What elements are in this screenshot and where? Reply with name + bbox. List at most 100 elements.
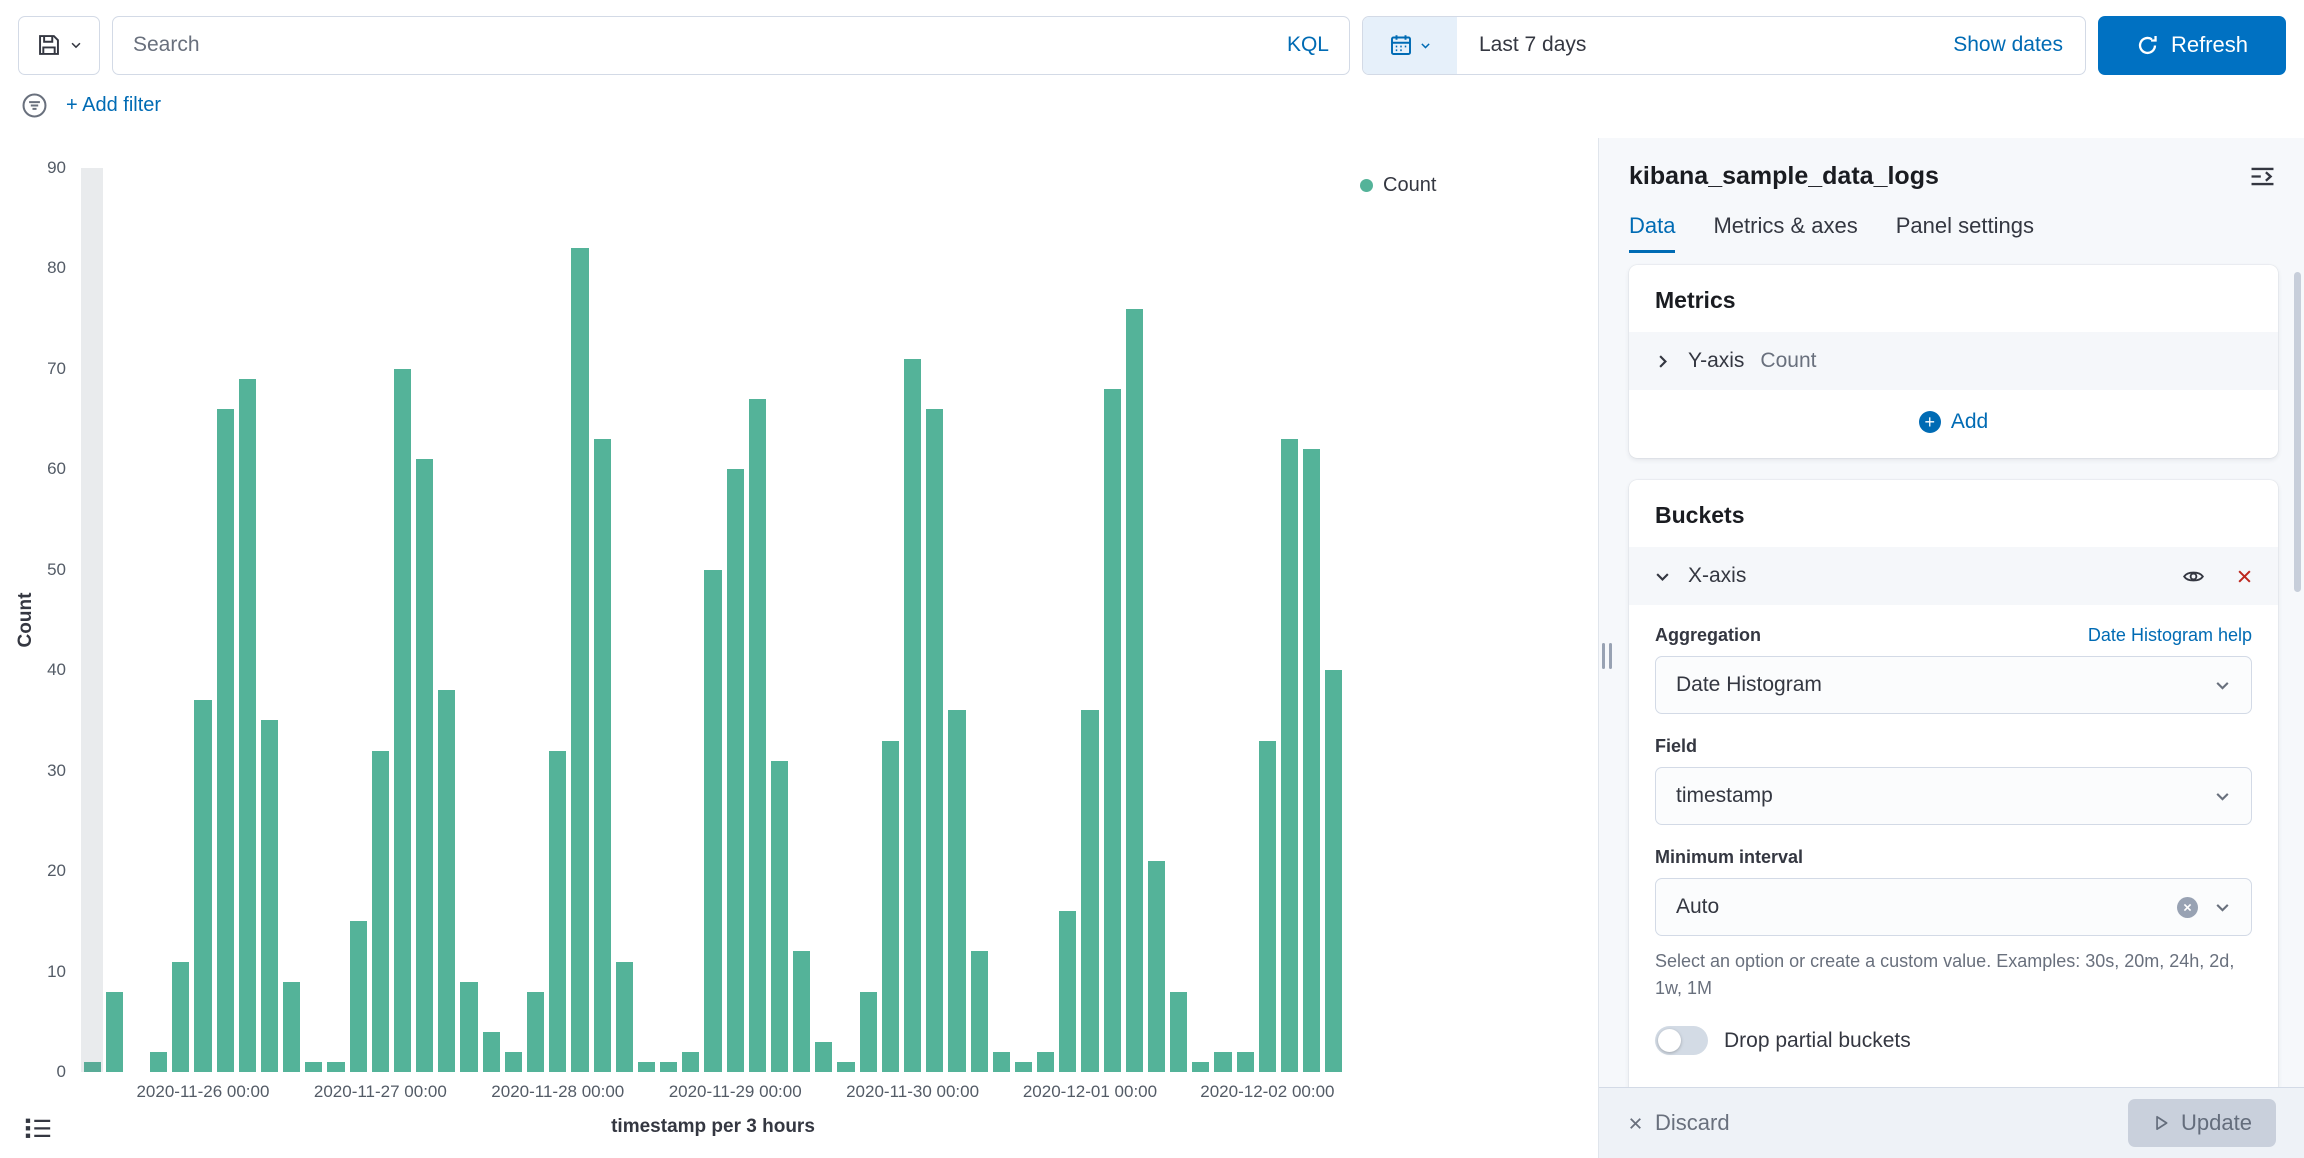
histogram-bar[interactable] xyxy=(616,962,633,1072)
minimum-interval-label: Minimum interval xyxy=(1655,847,1803,868)
histogram-bar[interactable] xyxy=(815,1042,832,1072)
histogram-bar[interactable] xyxy=(1192,1062,1209,1072)
histogram-bar[interactable] xyxy=(948,710,965,1072)
histogram-bar[interactable] xyxy=(993,1052,1010,1072)
histogram-bar[interactable] xyxy=(1214,1052,1231,1072)
histogram-bar[interactable] xyxy=(594,439,611,1072)
metrics-heading: Metrics xyxy=(1629,265,2278,332)
visualization-chart: Count 0102030405060708090 2020-11-26 00:… xyxy=(0,138,1598,1158)
histogram-bar[interactable] xyxy=(926,409,943,1072)
histogram-bar[interactable] xyxy=(194,700,211,1072)
add-metric-button[interactable]: + Add xyxy=(1629,390,2278,458)
histogram-bar[interactable] xyxy=(1259,741,1276,1072)
histogram-bar[interactable] xyxy=(638,1062,655,1072)
histogram-bar[interactable] xyxy=(727,469,744,1072)
search-input[interactable] xyxy=(133,33,1271,57)
histogram-bar[interactable] xyxy=(172,962,189,1072)
histogram-bar[interactable] xyxy=(394,369,411,1072)
histogram-bar[interactable] xyxy=(239,379,256,1072)
histogram-bar[interactable] xyxy=(1303,449,1320,1072)
histogram-bar[interactable] xyxy=(1104,389,1121,1072)
histogram-bar[interactable] xyxy=(771,761,788,1072)
date-quick-select-button[interactable] xyxy=(1363,17,1457,74)
discard-label: Discard xyxy=(1655,1110,1730,1136)
y-axis-tick-label: 60 xyxy=(47,459,66,479)
histogram-bar[interactable] xyxy=(1059,911,1076,1072)
legend-label: Count xyxy=(1383,174,1436,197)
histogram-bar[interactable] xyxy=(1237,1052,1254,1072)
histogram-bar[interactable] xyxy=(483,1032,500,1072)
histogram-bar[interactable] xyxy=(372,751,389,1072)
histogram-bar[interactable] xyxy=(571,248,588,1072)
show-dates-link[interactable]: Show dates xyxy=(1953,33,2063,57)
play-icon xyxy=(2152,1114,2170,1132)
minimum-interval-value: Auto xyxy=(1676,895,1719,919)
histogram-bar[interactable] xyxy=(882,741,899,1072)
histogram-bar[interactable] xyxy=(549,751,566,1072)
refresh-button[interactable]: Refresh xyxy=(2098,16,2286,75)
discard-button[interactable]: Discard xyxy=(1627,1110,1730,1136)
tab-data[interactable]: Data xyxy=(1629,213,1675,253)
refresh-button-label: Refresh xyxy=(2171,32,2248,58)
histogram-bar[interactable] xyxy=(682,1052,699,1072)
plot-area[interactable] xyxy=(81,168,1345,1072)
metric-y-axis-row[interactable]: Y-axis Count xyxy=(1629,332,2278,390)
histogram-bar[interactable] xyxy=(1015,1062,1032,1072)
remove-bucket-x-icon[interactable] xyxy=(2235,567,2254,586)
collapse-panel-icon[interactable] xyxy=(2249,163,2276,190)
drop-partial-buckets-toggle[interactable] xyxy=(1655,1026,1708,1055)
aggregation-select[interactable]: Date Histogram xyxy=(1655,656,2252,714)
field-value: timestamp xyxy=(1676,784,1773,808)
histogram-bar[interactable] xyxy=(416,459,433,1072)
time-range-value[interactable]: Last 7 days xyxy=(1479,33,1953,57)
histogram-bar[interactable] xyxy=(1037,1052,1054,1072)
histogram-bar[interactable] xyxy=(217,409,234,1072)
histogram-bar[interactable] xyxy=(971,951,988,1072)
histogram-bar[interactable] xyxy=(1170,992,1187,1072)
legend-item-count[interactable]: Count xyxy=(1360,174,1436,197)
kql-language-button[interactable]: KQL xyxy=(1287,33,1329,57)
histogram-bar[interactable] xyxy=(1081,710,1098,1072)
eye-icon[interactable] xyxy=(2182,565,2205,588)
histogram-bar[interactable] xyxy=(527,992,544,1072)
x-axis-ticks: 2020-11-26 00:002020-11-27 00:002020-11-… xyxy=(81,1082,1345,1108)
date-histogram-help-link[interactable]: Date Histogram help xyxy=(2088,625,2252,646)
saved-query-menu-button[interactable] xyxy=(18,16,100,75)
histogram-bar[interactable] xyxy=(305,1062,322,1072)
x-axis-tick-label: 2020-12-01 00:00 xyxy=(1023,1082,1157,1102)
histogram-bar[interactable] xyxy=(438,690,455,1072)
histogram-bar[interactable] xyxy=(1148,861,1165,1072)
histogram-bar[interactable] xyxy=(283,982,300,1072)
histogram-bar[interactable] xyxy=(1281,439,1298,1072)
histogram-bar[interactable] xyxy=(660,1062,677,1072)
aggregation-value: Date Histogram xyxy=(1676,673,1822,697)
histogram-bar[interactable] xyxy=(460,982,477,1072)
minimum-interval-combobox[interactable]: Auto xyxy=(1655,878,2252,936)
histogram-bar[interactable] xyxy=(1325,670,1342,1072)
histogram-bar[interactable] xyxy=(704,570,721,1072)
histogram-bar[interactable] xyxy=(106,992,123,1072)
add-filter-link[interactable]: + Add filter xyxy=(66,94,161,117)
histogram-bar[interactable] xyxy=(150,1052,167,1072)
histogram-bar[interactable] xyxy=(327,1062,344,1072)
histogram-bar[interactable] xyxy=(505,1052,522,1072)
legend-toggle-button[interactable] xyxy=(18,1110,58,1146)
panel-resize-handle[interactable] xyxy=(1602,643,1612,669)
histogram-bar[interactable] xyxy=(1126,309,1143,1072)
field-select[interactable]: timestamp xyxy=(1655,767,2252,825)
filter-circle-icon[interactable] xyxy=(21,92,48,119)
tab-metrics-axes[interactable]: Metrics & axes xyxy=(1713,213,1857,253)
histogram-bar[interactable] xyxy=(860,992,877,1072)
histogram-bar[interactable] xyxy=(350,921,367,1072)
clear-value-x-circle-icon[interactable] xyxy=(2177,897,2198,918)
histogram-bar[interactable] xyxy=(261,720,278,1072)
update-button[interactable]: Update xyxy=(2128,1099,2276,1147)
histogram-bar[interactable] xyxy=(904,359,921,1072)
tab-panel-settings[interactable]: Panel settings xyxy=(1896,213,2034,253)
bucket-x-axis-row[interactable]: X-axis xyxy=(1629,547,2278,605)
histogram-bar[interactable] xyxy=(837,1062,854,1072)
panel-scrollbar[interactable] xyxy=(2294,272,2301,592)
histogram-bar[interactable] xyxy=(793,951,810,1072)
refresh-icon xyxy=(2136,34,2159,57)
histogram-bar[interactable] xyxy=(749,399,766,1072)
